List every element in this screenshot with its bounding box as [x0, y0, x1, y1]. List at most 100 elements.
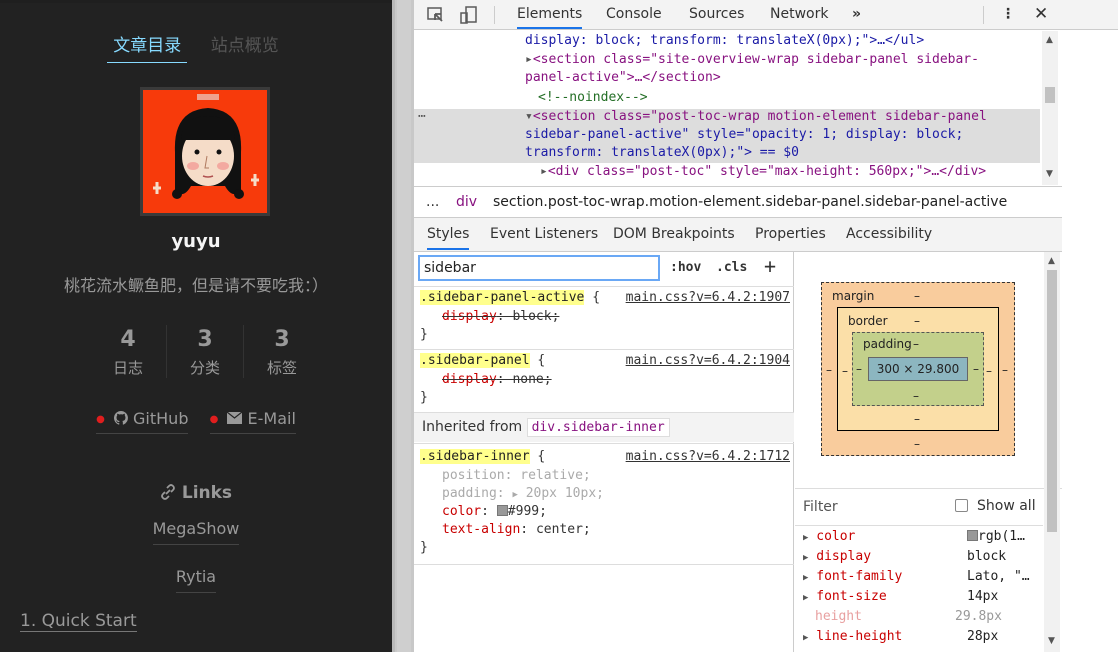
color-swatch[interactable]	[496, 505, 508, 516]
rule-close: }	[420, 390, 428, 405]
site-stats: 4 日志 3 分类 3 标签	[90, 325, 320, 378]
more-tabs-icon[interactable]: »	[852, 6, 861, 22]
stat-tags[interactable]: 3 标签	[243, 325, 320, 378]
box-margin[interactable]: margin – – – – border – – – – padding – …	[821, 282, 1015, 456]
dom-comment[interactable]: <!--noindex-->	[538, 90, 648, 105]
blogroll-link-megashow[interactable]: MegaShow	[0, 519, 392, 545]
tab-console[interactable]: Console	[606, 6, 662, 22]
toc-item-quick-start[interactable]: 1. Quick Start	[20, 611, 137, 632]
box-padding[interactable]: padding – – – – 300 × 29.800	[852, 332, 984, 406]
scroll-up-icon[interactable]: ▲	[1046, 35, 1053, 45]
github-icon	[113, 411, 128, 425]
stat-label: 分类	[189, 359, 220, 377]
tab-accessibility[interactable]: Accessibility	[846, 226, 932, 242]
stat-posts[interactable]: 4 日志	[90, 325, 166, 378]
cls-toggle[interactable]: .cls	[716, 260, 747, 275]
padding-top: –	[913, 337, 919, 351]
styles-scrollbar[interactable]: ▲ ▼	[1044, 252, 1060, 652]
show-all-checkbox[interactable]	[955, 499, 968, 512]
computed-value-text: rgb(1…	[978, 529, 1025, 544]
add-rule-icon[interactable]: +	[764, 254, 776, 278]
property-name: display	[442, 372, 497, 387]
breadcrumb-more[interactable]: ...	[426, 187, 439, 217]
css-property[interactable]: position: relative;	[442, 468, 591, 483]
css-property[interactable]: display: block;	[442, 309, 559, 324]
rule-close: }	[420, 327, 428, 342]
device-toggle-icon[interactable]	[459, 5, 479, 25]
box-content[interactable]: 300 × 29.800	[868, 357, 968, 381]
style-rule[interactable]: .sidebar-inner { main.css?v=6.4.2:1712 p…	[414, 443, 794, 563]
dom-line-selected[interactable]: sidebar-panel-active" style="opacity: 1;…	[525, 127, 963, 142]
styles-pane: sidebar :hov .cls + .sidebar-panel-activ…	[414, 252, 794, 652]
computed-row[interactable]: height 29.8px	[803, 609, 1043, 624]
css-property[interactable]: color: #999;	[442, 504, 547, 519]
tab-network[interactable]: Network	[770, 6, 828, 22]
breadcrumb-current[interactable]: section.post-toc-wrap.motion-element.sid…	[493, 187, 1007, 217]
email-link[interactable]: ● E-Mail	[209, 409, 296, 434]
scroll-down-icon[interactable]: ▼	[1046, 169, 1053, 179]
github-link[interactable]: ● GitHub	[96, 409, 189, 434]
devtools-splitter[interactable]	[392, 0, 414, 652]
dom-line[interactable]: ▸<div class="post-toc" style="max-height…	[540, 164, 986, 179]
computed-row[interactable]: ▶ font-family Lato, "…	[803, 569, 1043, 584]
computed-row[interactable]: ▶ display block	[803, 549, 1043, 564]
rule-selector[interactable]: .sidebar-inner	[420, 449, 530, 464]
css-property[interactable]: display: none;	[442, 372, 552, 387]
scrollbar-thumb[interactable]	[1047, 270, 1057, 532]
css-property[interactable]: text-align: center;	[442, 522, 591, 537]
property-value: relative;	[520, 468, 591, 483]
dom-line[interactable]: ▸<section class="site-overview-wrap side…	[525, 52, 979, 67]
rule-selector[interactable]: .sidebar-panel-active	[420, 290, 585, 305]
margin-top: –	[914, 289, 920, 303]
hov-toggle[interactable]: :hov	[670, 260, 701, 275]
tab-properties[interactable]: Properties	[755, 226, 826, 242]
dom-line-selected[interactable]: ▾<section class="post-toc-wrap motion-el…	[525, 109, 987, 124]
dom-line-text: <section class="post-toc-wrap motion-ele…	[532, 109, 987, 124]
computed-row[interactable]: ▶ font-size 14px	[803, 589, 1043, 604]
tab-toc[interactable]: 文章目录	[107, 31, 188, 63]
rule-source-link[interactable]: main.css?v=6.4.2:1712	[626, 449, 790, 464]
tab-elements[interactable]: Elements	[517, 6, 583, 29]
computed-row[interactable]: ▶ color rgb(1…	[803, 529, 1043, 544]
dom-line[interactable]: display: block; transform: translateX(0p…	[525, 33, 924, 48]
tab-overview[interactable]: 站点概览	[205, 31, 285, 62]
stat-categories[interactable]: 3 分类	[166, 325, 243, 378]
rule-source-link[interactable]: main.css?v=6.4.2:1907	[626, 290, 790, 305]
blogroll-link-rytia[interactable]: Rytia	[0, 567, 392, 593]
scroll-up-icon[interactable]: ▲	[1048, 256, 1055, 266]
expand-icon: ▶	[803, 573, 809, 583]
computed-name: font-family	[816, 569, 903, 584]
breadcrumb-div[interactable]: div	[456, 187, 477, 217]
expand-icon: ▶	[803, 593, 809, 603]
tab-styles[interactable]: Styles	[427, 226, 470, 250]
dom-line-text: <div class="post-toc" style="max-height:…	[547, 164, 987, 179]
expand-icon[interactable]: ▶	[512, 490, 517, 500]
style-rule[interactable]: .sidebar-panel { main.css?v=6.4.2:1904 d…	[414, 349, 794, 411]
computed-row[interactable]: ▶ line-height 28px	[803, 629, 1043, 644]
tab-dom-breakpoints[interactable]: DOM Breakpoints	[613, 226, 735, 242]
close-icon[interactable]: ✕	[1034, 4, 1048, 24]
dom-line[interactable]: panel-active">…</section>	[525, 70, 721, 85]
computed-filter-input[interactable]: Filter	[803, 499, 838, 515]
avatar	[140, 87, 270, 216]
dom-line-selected[interactable]: transform: translateX(0px);"> == $0	[525, 145, 799, 160]
menu-icon[interactable]: ⋮	[1001, 6, 1015, 22]
inspect-icon[interactable]	[426, 5, 446, 25]
padding-right: –	[973, 362, 979, 376]
style-rule[interactable]: .sidebar-panel-active { main.css?v=6.4.2…	[414, 286, 794, 348]
css-property[interactable]: padding: ▶ 20px 10px;	[442, 486, 604, 501]
computed-value: block	[967, 549, 1007, 564]
scrollbar-thumb[interactable]	[1045, 87, 1055, 103]
dom-scrollbar[interactable]: ▲ ▼	[1042, 31, 1058, 185]
tab-sources[interactable]: Sources	[689, 6, 744, 22]
dom-ellipsis[interactable]: ⋯	[418, 109, 426, 124]
tab-event-listeners[interactable]: Event Listeners	[490, 226, 598, 242]
rule-selector[interactable]: .sidebar-panel	[420, 353, 530, 368]
rule-source-link[interactable]: main.css?v=6.4.2:1904	[626, 353, 790, 368]
inherited-element-link[interactable]: div.sidebar-inner	[526, 418, 670, 437]
scroll-down-icon[interactable]: ▼	[1048, 636, 1055, 646]
box-border[interactable]: border – – – – padding – – – – 300 × 29.…	[837, 307, 999, 431]
property-value: center;	[535, 522, 591, 537]
styles-filter-input[interactable]: sidebar	[418, 255, 660, 281]
border-top: –	[914, 314, 920, 328]
